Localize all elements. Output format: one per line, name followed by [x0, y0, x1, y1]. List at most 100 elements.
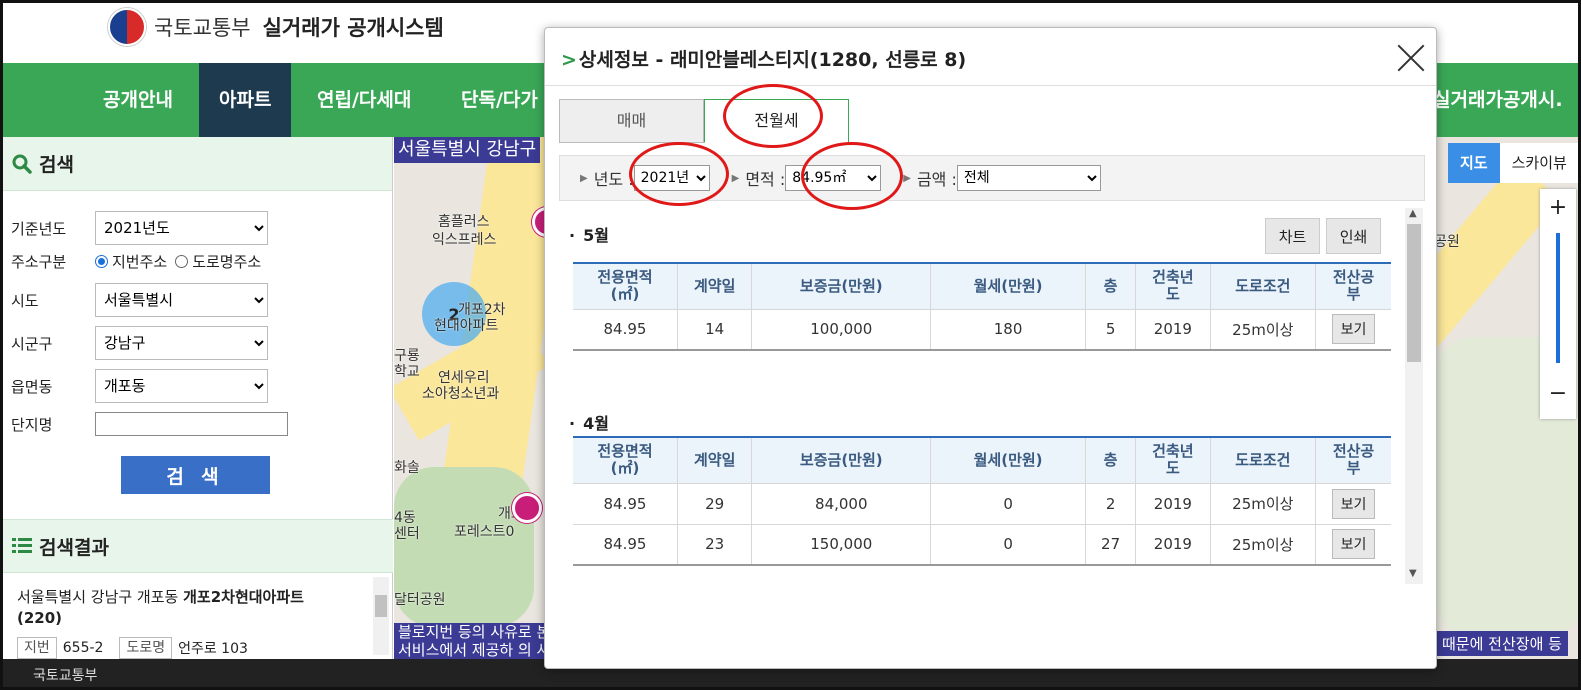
col-registry: 전산공 부 — [1315, 262, 1391, 310]
sigungu-row: 시군구 강남구 — [11, 326, 268, 360]
cell-build-year: 2019 — [1135, 483, 1211, 525]
dong-select[interactable]: 개포동 — [95, 369, 268, 403]
jibun-tag: 지번 — [17, 637, 57, 659]
annotation-circle — [723, 84, 823, 148]
transaction-table-april: 전용면적 (㎡) 계약일 보증금(만원) 월세(만원) 층 건축년 도 도로조건… — [573, 436, 1391, 566]
col-deposit: 보증금(만원) — [751, 262, 932, 310]
search-icon — [12, 154, 32, 174]
col-registry: 전산공 부 — [1315, 436, 1391, 484]
caret-icon: > — [561, 49, 577, 71]
zoom-slider[interactable] — [1556, 233, 1560, 363]
triangle-right-icon: ▶ — [903, 172, 911, 184]
site-logo[interactable]: 국토교통부 실거래가 공개시스템 — [108, 8, 444, 46]
sido-select[interactable]: 서울특별시 — [95, 283, 268, 317]
map-type-map-button[interactable]: 지도 — [1448, 143, 1500, 183]
jibun-radio[interactable] — [95, 255, 108, 268]
result-address: 서울특별시 강남구 개포동 — [17, 588, 184, 606]
road-value: 언주로 103 — [178, 641, 248, 657]
map-label: 현대아파트 — [434, 318, 499, 334]
cell-registry: 보기 — [1315, 483, 1391, 525]
scroll-up-icon[interactable]: ▲ — [1409, 208, 1417, 219]
search-button[interactable]: 검 색 — [121, 456, 270, 494]
view-button[interactable]: 보기 — [1332, 488, 1376, 519]
amount-filter-label: 금액 : — [916, 170, 957, 189]
scroll-down-icon[interactable]: ▼ — [1409, 568, 1417, 579]
year-select[interactable]: 2021년도 — [95, 211, 268, 245]
triangle-right-icon: ▶ — [580, 172, 588, 184]
result-item[interactable]: 서울특별시 강남구 개포동 개포2차현대아파트 (220) — [17, 587, 367, 629]
col-floor: 층 — [1085, 436, 1137, 484]
map-label: 공원 — [1434, 234, 1460, 250]
results-title: 검색결과 — [39, 536, 109, 559]
chart-button[interactable]: 차트 — [1265, 218, 1320, 254]
triangle-right-icon: ▶ — [731, 172, 740, 184]
zoom-out-icon[interactable]: − — [1540, 381, 1576, 406]
nav-item-public-system[interactable]: 실거래가공개시. — [1433, 63, 1563, 137]
jibun-value: 655-2 — [62, 640, 104, 656]
cell-registry: 보기 — [1315, 309, 1391, 351]
nav-item-info[interactable]: 공개안내 — [103, 63, 173, 137]
complex-name-input[interactable] — [95, 412, 288, 436]
search-panel-header: 검색 — [3, 137, 392, 191]
result-complex-name: 개포2차현대아파트 — [183, 588, 304, 606]
map-label: 포레스트0 — [454, 524, 515, 540]
cell-day: 23 — [677, 524, 753, 566]
addr-type-label: 주소구분 — [11, 253, 67, 271]
col-deposit: 보증금(만원) — [751, 436, 932, 484]
view-button[interactable]: 보기 — [1332, 314, 1376, 345]
col-build-year: 건축년 도 — [1135, 436, 1211, 484]
col-area: 전용면적 (㎡) — [573, 436, 678, 484]
close-icon[interactable] — [1397, 44, 1425, 72]
results-scroll-thumb[interactable] — [375, 595, 387, 617]
modal-title: > 상세정보 - 래미안블레스티지(1280, 선릉로 8) — [561, 45, 966, 72]
dong-row: 읍면동 개포동 — [11, 369, 268, 403]
apartment-marker-icon[interactable] — [512, 493, 542, 523]
cell-build-year: 2019 — [1135, 524, 1211, 566]
footer-org: 국토교통부 — [33, 668, 98, 684]
result-address-tags: 지번 655-2 도로명 언주로 103 — [17, 637, 248, 659]
print-button[interactable]: 인쇄 — [1326, 218, 1381, 254]
results-scrollbar[interactable] — [373, 577, 389, 655]
nav-item-rowhouse[interactable]: 연립/다세대 — [317, 63, 411, 137]
sigungu-select[interactable]: 강남구 — [95, 326, 268, 360]
transaction-table-may: 전용면적 (㎡) 계약일 보증금(만원) 월세(만원) 층 건축년 도 도로조건… — [573, 262, 1391, 351]
cell-road: 25m이상 — [1210, 309, 1317, 351]
map-type-skyview-button[interactable]: 스카이뷰 — [1499, 143, 1578, 183]
table-row: 84.95 29 84,000 0 2 2019 25m이상 보기 — [573, 483, 1391, 525]
cell-day: 29 — [677, 483, 753, 525]
jibun-radio-label: 지번주소 — [112, 253, 168, 271]
table-header-row: 전용면적 (㎡) 계약일 보증금(만원) 월세(만원) 층 건축년 도 도로조건… — [573, 262, 1391, 310]
table-header-row: 전용면적 (㎡) 계약일 보증금(만원) 월세(만원) 층 건축년 도 도로조건… — [573, 436, 1391, 484]
sido-label: 시도 — [11, 291, 39, 310]
zoom-in-icon[interactable]: + — [1540, 195, 1576, 220]
col-build-year: 건축년 도 — [1135, 262, 1211, 310]
annotation-circle — [629, 142, 729, 206]
nav-item-detached[interactable]: 단독/다가 — [461, 63, 538, 137]
dong-label: 읍면동 — [11, 377, 53, 396]
table-row: 84.95 14 100,000 180 5 2019 25m이상 보기 — [573, 309, 1391, 351]
cell-day: 14 — [677, 309, 753, 351]
addr-type-row: 주소구분 지번주소 도로명주소 — [11, 251, 261, 272]
zoom-control: + − — [1540, 189, 1576, 419]
month-title: 5월 — [569, 222, 609, 246]
modal-scrollbar[interactable]: ▲ ▼ — [1405, 208, 1423, 584]
year-label: 기준년도 — [11, 219, 67, 238]
taegeuk-logo-icon — [108, 8, 146, 46]
transaction-list[interactable]: 5월 차트 인쇄 전용면적 (㎡) 계약일 보증금(만원) 월세(만원) 층 건… — [565, 208, 1407, 586]
map-label: 익스프레스 — [432, 232, 497, 248]
amount-filter-select[interactable]: 전체 — [956, 165, 1101, 191]
search-panel: 검색 기준년도 2021년도 주소구분 지번주소 도로명주소 시도 서울특별시 … — [3, 137, 393, 659]
cell-deposit: 150,000 — [751, 524, 932, 566]
col-contract-day: 계약일 — [677, 262, 753, 310]
road-radio[interactable] — [175, 255, 189, 268]
sigungu-label: 시군구 — [11, 334, 53, 353]
nav-item-apartment[interactable]: 아파트 — [199, 63, 292, 137]
annotation-circle — [801, 142, 903, 210]
map-label: 달터공원 — [394, 592, 446, 608]
col-monthly-rent: 월세(만원) — [930, 436, 1086, 484]
map-notice: 블로지번 등의 사유로 본 서비스에서 제공하 의 사유로 일시적으로 — [394, 623, 554, 659]
modal-scroll-thumb[interactable] — [1407, 224, 1421, 362]
tab-sale[interactable]: 매매 — [559, 99, 704, 143]
view-button[interactable]: 보기 — [1332, 529, 1376, 560]
cell-area: 84.95 — [573, 309, 678, 351]
